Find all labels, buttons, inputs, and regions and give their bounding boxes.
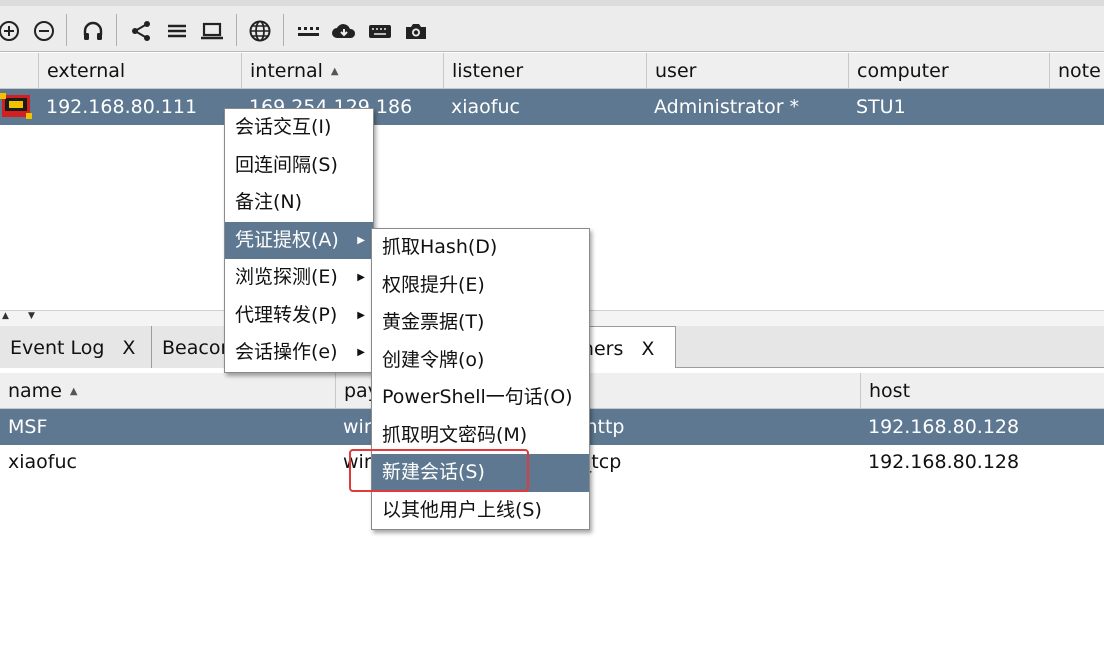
column-header-host[interactable]: host (860, 373, 1104, 409)
submenu-item-spawn-as[interactable]: 以其他用户上线(S) (372, 492, 589, 530)
laptop-icon[interactable] (199, 18, 225, 44)
column-label: user (655, 60, 697, 82)
column-header-note[interactable]: note (1049, 53, 1104, 89)
plus-circle-icon[interactable] (0, 18, 22, 44)
menu-item-label: 备注(N) (235, 191, 303, 213)
column-label: name (8, 380, 62, 402)
cell-note (1049, 89, 1104, 125)
beacon-context-menu: 会话交互(I) 回连间隔(S) 备注(N) 凭证提权(A) ▶ 浏览探测(E) ▶ … (224, 108, 374, 373)
menu-item-session-interact[interactable]: 会话交互(I) (225, 109, 373, 147)
toolbar (0, 6, 1104, 52)
cell-listener: xiaofuc (451, 96, 520, 118)
submenu-item-dump-hash[interactable]: 抓取Hash(D) (372, 229, 589, 267)
column-header-user[interactable]: user (646, 53, 848, 89)
menu-item-sleep-interval[interactable]: 回连间隔(S) (225, 147, 373, 185)
submenu-item-make-token[interactable]: 创建令牌(o) (372, 342, 589, 380)
menu-item-label: 以其他用户上线(S) (382, 498, 542, 521)
menu-item-label: 权限提升(E) (382, 273, 485, 296)
menu-item-label: 回连间隔(S) (235, 153, 338, 176)
column-header-computer[interactable]: computer (848, 53, 1049, 89)
menu-item-label: 黄金票据(T) (382, 311, 485, 333)
column-header-listener[interactable]: listener (443, 53, 646, 89)
tab-event-log[interactable]: Event Log X (0, 326, 152, 368)
tab-close-button[interactable]: X (122, 337, 135, 359)
menu-item-label: 抓取Hash(D) (382, 236, 498, 258)
tab-close-button[interactable]: X (641, 338, 654, 360)
cell-external: 192.168.80.111 (46, 96, 198, 118)
cell-host: 192.168.80.128 (868, 416, 1020, 438)
headphones-icon[interactable] (80, 18, 106, 44)
toolbar-separator (66, 14, 67, 46)
keyboard-icon[interactable] (367, 18, 393, 44)
submenu-item-elevate[interactable]: 权限提升(E) (372, 267, 589, 305)
submenu-arrow-icon: ▶ (357, 234, 365, 246)
column-label: host (869, 380, 911, 402)
sort-ascending-icon: ▲ (69, 386, 78, 397)
globe-icon[interactable] (247, 18, 273, 44)
menu-item-label: 创建令牌(o) (382, 348, 485, 371)
submenu-item-dump-plaintext[interactable]: 抓取明文密码(M) (372, 417, 589, 455)
column-label: internal (250, 60, 323, 82)
share-icon[interactable] (128, 18, 154, 44)
beacon-table-header: external internal ▲ listener user compute… (0, 53, 1104, 89)
menu-item-label: 会话操作(e) (235, 341, 338, 363)
credential-escalation-submenu: 抓取Hash(D) 权限提升(E) 黄金票据(T) 创建令牌(o) PowerS… (371, 228, 590, 530)
submenu-arrow-icon: ▶ (357, 347, 365, 358)
submenu-item-golden-ticket[interactable]: 黄金票据(T) (372, 304, 589, 342)
column-label: listener (452, 60, 524, 82)
toolbar-separator (283, 14, 284, 46)
column-label: external (47, 60, 126, 82)
column-header-external[interactable]: external (38, 53, 241, 89)
column-header-name[interactable]: name ▲ (0, 373, 335, 409)
cell-name: xiaofuc (8, 451, 77, 473)
menu-item-note[interactable]: 备注(N) (225, 184, 373, 222)
menu-item-label: 抓取明文密码(M) (382, 423, 528, 446)
cell-user: Administrator * (654, 96, 800, 118)
cell-host: 192.168.80.128 (868, 451, 1020, 473)
computer-session-icon (0, 89, 38, 125)
column-label: note (1058, 60, 1101, 82)
cloud-download-icon[interactable] (331, 18, 357, 44)
submenu-item-spawn-session[interactable]: 新建会话(S) (372, 454, 589, 492)
minus-circle-icon[interactable] (31, 18, 57, 44)
column-header-icon[interactable] (0, 53, 38, 89)
menu-item-label: PowerShell一句话(O) (382, 386, 573, 408)
dots-bar-icon[interactable] (295, 18, 321, 44)
toolbar-separator (116, 14, 117, 46)
menu-item-label: 新建会话(S) (382, 461, 485, 483)
menu-item-credential-escalation[interactable]: 凭证提权(A) ▶ (225, 221, 373, 259)
beacon-row[interactable]: 192.168.80.111 169.254.129.186 xiaofuc A… (0, 89, 1104, 125)
submenu-item-powershell-oneliner[interactable]: PowerShell一句话(O) (372, 379, 589, 417)
menu-item-label: 代理转发(P) (235, 303, 338, 326)
cell-name: MSF (8, 416, 48, 438)
toolbar-separator (236, 14, 237, 46)
splitter-down-arrow-icon[interactable]: ▼ (28, 311, 35, 321)
menu-item-session-ops[interactable]: 会话操作(e) ▶ (225, 334, 373, 372)
submenu-arrow-icon: ▶ (357, 309, 365, 321)
sort-ascending-icon: ▲ (330, 66, 339, 77)
column-header-internal[interactable]: internal ▲ (241, 53, 443, 89)
menu-item-explore[interactable]: 浏览探测(E) ▶ (225, 259, 373, 297)
camera-icon[interactable] (403, 18, 429, 44)
submenu-arrow-icon: ▶ (357, 272, 365, 283)
tab-label: Event Log (10, 337, 105, 359)
menu-item-label: 会话交互(I) (235, 116, 332, 138)
column-label: computer (857, 60, 949, 82)
splitter-up-arrow-icon[interactable]: ▲ (2, 311, 9, 321)
menu-item-pivoting[interactable]: 代理转发(P) ▶ (225, 297, 373, 335)
menu-item-label: 凭证提权(A) (235, 228, 339, 251)
cell-computer: STU1 (856, 96, 906, 118)
menu-item-label: 浏览探测(E) (235, 266, 338, 288)
list-icon[interactable] (164, 18, 190, 44)
